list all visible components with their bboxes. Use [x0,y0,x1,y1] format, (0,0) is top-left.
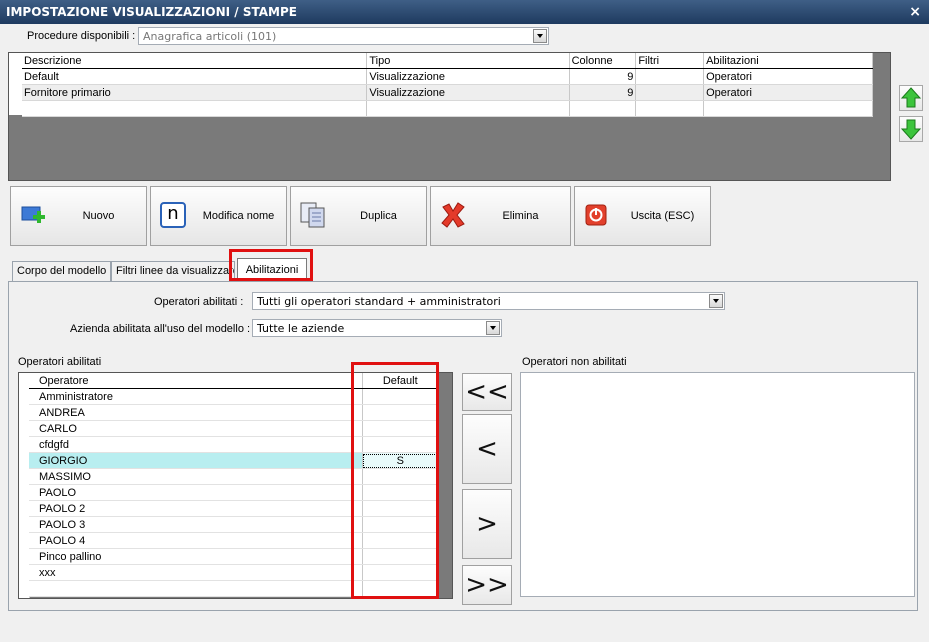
operator-name[interactable]: PAOLO 3 [29,516,362,533]
move-left-button[interactable]: < [462,414,512,484]
chevron-down-icon[interactable] [486,321,500,335]
tab-corpo-modello[interactable]: Corpo del modello [12,261,111,281]
cell-tipo[interactable]: Visualizzazione [366,68,570,85]
procedure-select-value: Anagrafica articoli (101) [143,30,277,43]
operator-name[interactable]: PAOLO [29,484,362,501]
operator-name[interactable]: ANDREA [29,404,362,421]
window-titlebar: IMPOSTAZIONE VISUALIZZAZIONI / STAMPE × [0,0,929,24]
operator-name[interactable]: CARLO [29,420,362,437]
modifica-nome-label: Modifica nome [202,210,275,222]
cell-abilitazioni[interactable]: Operatori [703,84,873,101]
operator-name[interactable]: MASSIMO [29,468,362,485]
cell-empty[interactable] [22,100,368,117]
highlight-tab-abilitazioni [229,249,313,281]
move-down-button[interactable] [899,116,923,142]
move-right-button[interactable]: > [462,489,512,559]
cell-filtri[interactable] [635,68,705,85]
azienda-select[interactable]: Tutte le aziende [252,319,502,337]
operator-name[interactable]: xxx [29,564,362,581]
col-operatore[interactable]: Operatore [29,373,362,389]
operator-name[interactable]: PAOLO 2 [29,500,362,517]
chevron-down-icon[interactable] [533,29,547,43]
arrow-down-icon [900,119,922,140]
procedure-select[interactable]: Anagrafica articoli (101) [138,27,549,45]
azienda-value: Tutte le aziende [257,322,345,335]
cell-abilitazioni[interactable]: Operatori [703,68,873,85]
operatori-abilitati-value: Tutti gli operatori standard + amministr… [257,295,501,308]
nuovo-label: Nuovo [82,210,115,222]
operatori-non-abilitati-title: Operatori non abilitati [522,356,627,368]
col-descrizione[interactable]: Descrizione [22,53,368,69]
table-row[interactable]: Fornitore primario Visualizzazione 9 Ope… [22,84,873,101]
cell-empty[interactable] [703,100,873,117]
operator-name[interactable] [29,580,362,597]
cell-colonne[interactable]: 9 [569,68,637,85]
cell-colonne[interactable]: 9 [569,84,637,101]
operator-name[interactable]: PAOLO 4 [29,532,362,549]
col-filtri[interactable]: Filtri [635,53,705,69]
operatori-abilitati-label: Operatori abilitati : [154,296,244,308]
cell-descrizione[interactable]: Fornitore primario [22,84,368,101]
models-grid[interactable]: Descrizione Tipo Colonne Filtri Abilitaz… [8,52,891,181]
cell-tipo[interactable]: Visualizzazione [366,84,570,101]
uscita-button[interactable]: Uscita (ESC) [574,186,711,246]
operatori-abilitati-title: Operatori abilitati [18,356,102,368]
duplica-label: Duplica [360,210,397,222]
models-table-header: Descrizione Tipo Colonne Filtri Abilitaz… [22,53,873,69]
arrow-up-icon [900,87,922,108]
operator-name[interactable]: GIORGIO [29,452,362,469]
highlight-default-column [351,362,439,599]
chevron-down-icon[interactable] [709,294,723,308]
disabled-operators-list[interactable] [520,372,915,597]
table-row[interactable]: Default Visualizzazione 9 Operatori [22,68,873,85]
elimina-label: Elimina [502,210,539,222]
window-title: IMPOSTAZIONE VISUALIZZAZIONI / STAMPE [6,5,297,19]
table-row-empty[interactable] [22,100,873,117]
elimina-button[interactable]: Elimina [430,186,571,246]
row-selector-column [9,53,23,115]
add-icon [21,206,45,223]
close-icon[interactable]: × [909,0,921,24]
uscita-label: Uscita (ESC) [630,210,695,222]
nuovo-button[interactable]: Nuovo [10,186,147,246]
cell-empty[interactable] [569,100,637,117]
cell-empty[interactable] [366,100,570,117]
col-tipo[interactable]: Tipo [366,53,570,69]
cell-empty[interactable] [635,100,705,117]
azienda-label: Azienda abilitata all'uso del modello : [70,323,251,335]
tab-filtri-linee[interactable]: Filtri linee da visualizzare [111,261,235,281]
operator-name[interactable]: Pinco pallino [29,548,362,565]
procedure-label: Procedure disponibili : [27,30,136,42]
move-up-button[interactable] [899,85,923,111]
operator-name[interactable]: cfdgfd [29,436,362,453]
duplicate-icon [300,202,325,228]
col-abilitazioni[interactable]: Abilitazioni [703,53,873,69]
col-colonne[interactable]: Colonne [569,53,637,69]
operatori-abilitati-select[interactable]: Tutti gli operatori standard + amministr… [252,292,725,310]
move-all-right-button[interactable]: >> [462,565,512,605]
move-all-left-button[interactable]: << [462,373,512,411]
operator-name[interactable]: Amministratore [29,388,362,405]
duplica-button[interactable]: Duplica [290,186,427,246]
power-icon [585,204,607,226]
cell-filtri[interactable] [635,84,705,101]
rename-icon-letter: n [167,203,179,224]
grid-scroll-area [438,373,452,598]
modifica-nome-button[interactable]: n Modifica nome [150,186,287,246]
models-table: Descrizione Tipo Colonne Filtri Abilitaz… [22,53,873,117]
cell-descrizione[interactable]: Default [22,68,368,85]
delete-icon [441,202,465,228]
